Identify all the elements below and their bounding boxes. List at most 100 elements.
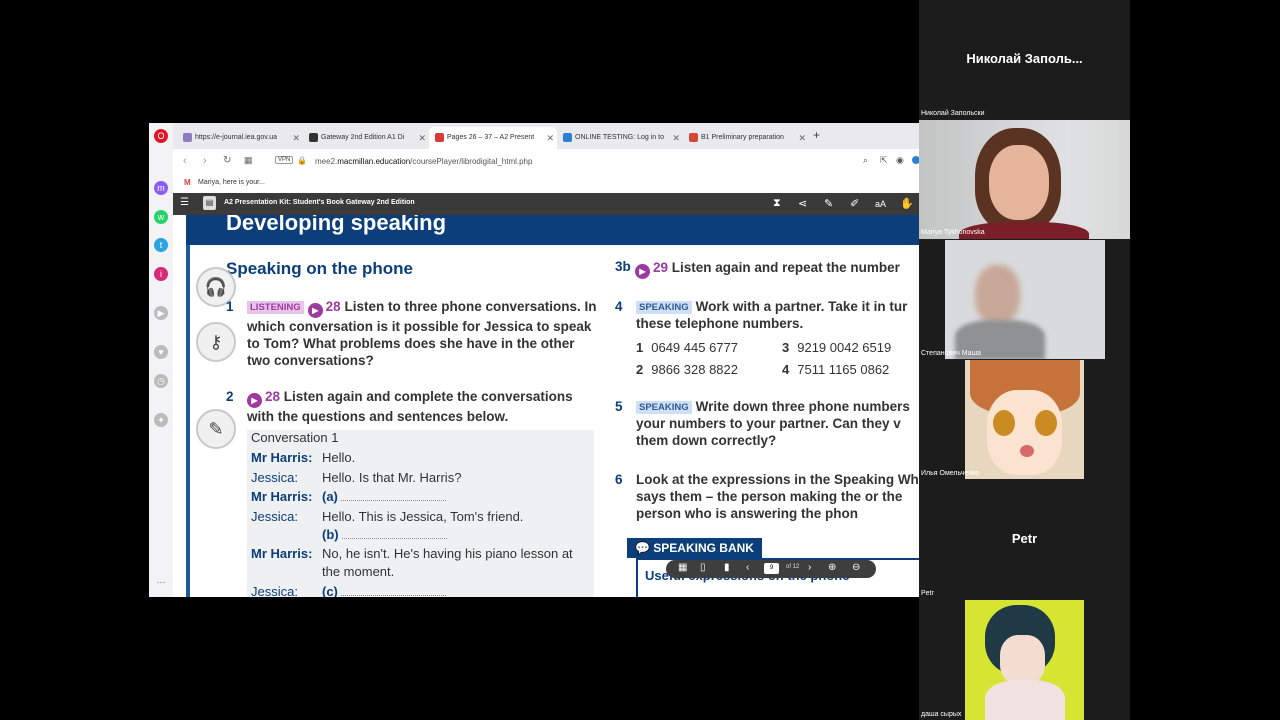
- bookmark-gmail[interactable]: Mariya, here is your...: [198, 179, 265, 186]
- book-page: Developing speaking Speaking on the phon…: [173, 215, 919, 597]
- ejournal-favicon-icon: [183, 132, 192, 142]
- pen-icon[interactable]: ✎: [824, 197, 833, 210]
- back-icon[interactable]: ‹: [183, 155, 187, 167]
- url-field[interactable]: mee2.macmillan.education/coursePlayer/li…: [315, 157, 532, 166]
- participant-video-ilya[interactable]: [965, 360, 1084, 479]
- play-audio-icon[interactable]: ▶: [247, 393, 262, 408]
- macmillan-favicon-icon: [435, 132, 444, 142]
- page-number-input[interactable]: 9: [764, 563, 779, 574]
- gap-b[interactable]: (b): [322, 527, 447, 542]
- opera-logo-icon[interactable]: O: [154, 129, 168, 143]
- double-page-icon[interactable]: ▮: [724, 562, 730, 573]
- section-title: Developing speaking: [226, 215, 447, 235]
- macmillan-favicon-icon: [309, 132, 318, 142]
- lock-icon[interactable]: 🔒: [297, 156, 307, 165]
- track-number: 29: [653, 260, 669, 275]
- pencil-icon[interactable]: ✐: [850, 197, 859, 210]
- q3b-text-block: ▶ 29 Listen again and repeat the number: [635, 259, 919, 279]
- conversation-box: Conversation 1 Mr Harris: Hello. Jessica…: [247, 430, 594, 597]
- next-page-icon[interactable]: ›: [808, 562, 811, 573]
- close-tab-icon[interactable]: ✕: [546, 127, 554, 149]
- app-toolbar: ☰ ▤ A2 Presentation Kit: Student's Book …: [173, 193, 919, 215]
- gmail-favicon-icon: [689, 132, 698, 142]
- book-icon[interactable]: ▤: [203, 196, 216, 210]
- close-tab-icon[interactable]: ✕: [798, 127, 806, 149]
- thumbnails-icon[interactable]: ▦: [678, 562, 687, 573]
- forward-icon[interactable]: ›: [203, 155, 207, 167]
- blank-line: [341, 538, 447, 539]
- heart-icon[interactable]: ♥: [154, 345, 168, 359]
- speaking-tag: SPEAKING: [636, 401, 692, 414]
- track-number: 28: [325, 299, 341, 314]
- blurred-face-shape: [975, 265, 1020, 325]
- participant-header-petr: Petr: [1011, 531, 1038, 546]
- participant-video-dasha[interactable]: [965, 600, 1084, 720]
- testing-favicon-icon: [563, 132, 572, 142]
- text-size-icon[interactable]: aA: [875, 199, 886, 209]
- page-edge-strip: [186, 215, 190, 597]
- q2-text: Listen again and complete the conversati…: [247, 389, 573, 424]
- close-tab-icon[interactable]: ✕: [418, 127, 426, 149]
- key-icon[interactable]: ⚷: [196, 322, 236, 362]
- app-title: A2 Presentation Kit: Student's Book Gate…: [224, 199, 415, 206]
- notes-icon[interactable]: ✎: [196, 409, 236, 449]
- speaker-label: Jessica:: [251, 509, 298, 524]
- whatsapp-icon[interactable]: w: [154, 210, 168, 224]
- share-icon[interactable]: ⇱: [880, 155, 888, 166]
- play-audio-icon[interactable]: ▶: [635, 264, 650, 279]
- search-icon[interactable]: ⌕: [863, 155, 868, 166]
- blank-line: [340, 595, 446, 596]
- timer-icon[interactable]: ⧗: [773, 197, 781, 210]
- history-icon[interactable]: ◷: [154, 374, 168, 388]
- share-tool-icon[interactable]: ⋖: [798, 197, 807, 210]
- phone-number-item: 4 7511 1165 0862: [782, 362, 890, 377]
- menu-icon[interactable]: ☰: [180, 197, 189, 208]
- tab-gateway[interactable]: Gateway 2nd Edition A1 Di ✕: [303, 127, 429, 149]
- prev-page-icon[interactable]: ‹: [746, 562, 749, 573]
- gap-a[interactable]: (a): [322, 489, 446, 504]
- close-tab-icon[interactable]: ✕: [292, 127, 300, 149]
- tab-online-testing[interactable]: ONLINE TESTING: Log in to ✕: [557, 127, 683, 149]
- more-icon[interactable]: ···: [154, 575, 168, 589]
- blank-line: [340, 500, 446, 501]
- zoom-out-icon[interactable]: ⊖: [852, 562, 860, 573]
- gap-c[interactable]: (c): [322, 584, 446, 597]
- tabs-grid-icon[interactable]: ▦: [244, 155, 253, 166]
- zoom-in-icon[interactable]: ⊕: [828, 562, 836, 573]
- bulb-icon[interactable]: ✦: [154, 413, 168, 427]
- vpn-badge[interactable]: VPN: [275, 156, 294, 164]
- reload-icon[interactable]: ↻: [223, 155, 231, 166]
- avatar-mouth: [1020, 445, 1034, 457]
- avatar-face-shape: [1000, 635, 1045, 685]
- speech-bubble-icon: 💬: [635, 541, 650, 555]
- avatar-eye-right: [1035, 410, 1057, 436]
- player-icon[interactable]: ▶: [154, 306, 168, 320]
- tab-pages-active[interactable]: Pages 26 – 37 – A2 Present ✕: [429, 127, 557, 149]
- tab-b1-preliminary[interactable]: B1 Preliminary preparation ✕: [683, 127, 809, 149]
- avatar-eye-left: [993, 410, 1015, 436]
- avatar-body-shape: [985, 680, 1065, 720]
- extension-icon[interactable]: [912, 156, 919, 164]
- participant-video-masha[interactable]: [945, 240, 1105, 359]
- bookmarks-bar: M Mariya, here is your...: [173, 175, 919, 194]
- conversation-line: Hello. This is Jessica, Tom's friend.: [322, 509, 524, 524]
- single-page-icon[interactable]: ▯: [700, 562, 706, 573]
- play-audio-icon[interactable]: ▶: [307, 303, 323, 318]
- conversation-title: Conversation 1: [251, 430, 339, 445]
- new-tab-icon[interactable]: +: [813, 128, 820, 142]
- address-bar: ‹ › ↻ ▦ VPN 🔒 mee2.macmillan.education/c…: [173, 149, 919, 175]
- phone-number-item: 1 0649 445 6777: [636, 340, 738, 355]
- close-tab-icon[interactable]: ✕: [672, 127, 680, 149]
- q3b-text: Listen again and repeat the number: [671, 260, 900, 275]
- telegram-icon[interactable]: t: [154, 238, 168, 252]
- speaker-label: Mr Harris:: [251, 489, 313, 504]
- speaking-bank-header: 💬 SPEAKING BANK: [627, 538, 762, 558]
- camera-icon[interactable]: ◉: [896, 155, 904, 166]
- instagram-icon[interactable]: i: [154, 267, 168, 281]
- messenger-icon[interactable]: m: [154, 181, 168, 195]
- tab-ejournal[interactable]: https://e-journal.iea.gov.ua ✕: [177, 127, 303, 149]
- q4-number: 4: [615, 299, 623, 314]
- participant-video-mariya[interactable]: Mariya Tykhonovska: [919, 120, 1130, 239]
- participant-top-header: Николай Заполь...: [966, 51, 1083, 66]
- hand-icon[interactable]: ✋: [900, 197, 914, 210]
